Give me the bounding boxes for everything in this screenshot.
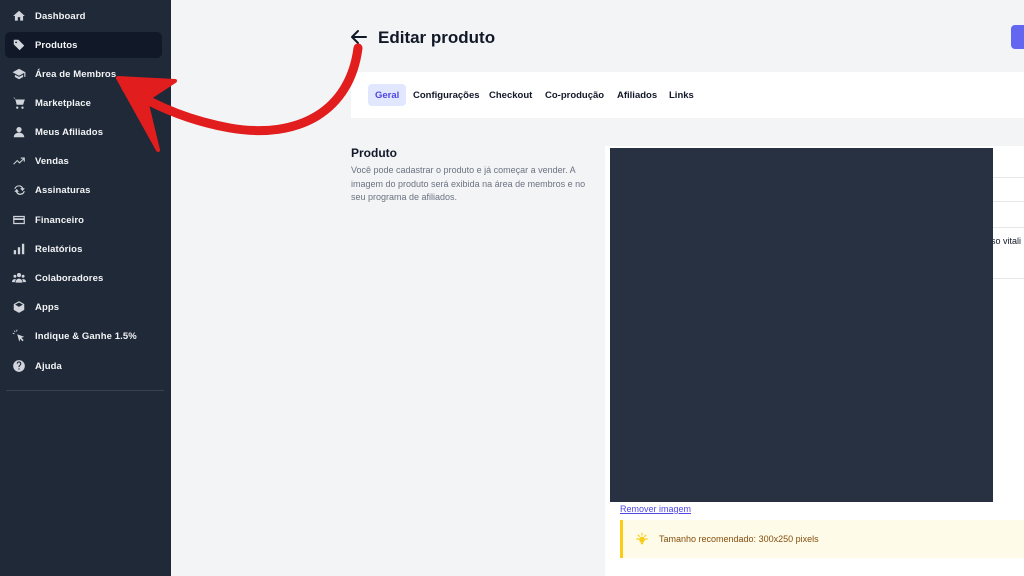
form-field-border: [993, 278, 1024, 279]
sidebar-item-label: Indique & Ganhe 1.5%: [35, 330, 137, 342]
user-icon: [11, 124, 27, 140]
tag-icon: [11, 37, 27, 53]
notice-text: Tamanho recomendado: 300x250 pixels: [659, 534, 819, 544]
graduation-cap-icon: [11, 66, 27, 82]
sidebar-item-label: Meus Afiliados: [35, 126, 104, 138]
sidebar-item-label: Ajuda: [35, 360, 62, 372]
sidebar-item-indique-ganhe[interactable]: Indique & Ganhe 1.5%: [5, 323, 162, 349]
product-image-preview[interactable]: [610, 148, 993, 502]
sidebar-item-label: Apps: [35, 301, 60, 313]
save-button[interactable]: [1011, 25, 1024, 49]
sidebar-item-area-de-membros[interactable]: Área de Membros: [5, 61, 162, 87]
sidebar-item-label: Produtos: [35, 39, 78, 51]
sidebar-item-produtos[interactable]: Produtos: [5, 32, 162, 58]
tab-configuracoes[interactable]: Configurações: [406, 84, 487, 106]
sidebar-item-label: Financeiro: [35, 214, 85, 226]
truncated-field-text: so vitali: [991, 236, 1022, 246]
form-field-border: [993, 201, 1024, 202]
cube-icon: [11, 299, 27, 315]
bar-chart-icon: [11, 241, 27, 257]
trending-up-icon: [11, 153, 27, 169]
tab-co-producao[interactable]: Co-produção: [538, 84, 611, 106]
sidebar: Dashboard Produtos Área de Membros Marke…: [0, 0, 171, 576]
question-icon: [11, 358, 27, 374]
sidebar-item-vendas[interactable]: Vendas: [5, 148, 162, 174]
cart-icon: [11, 95, 27, 111]
section-title: Produto: [351, 146, 397, 160]
tab-checkout[interactable]: Checkout: [482, 84, 539, 106]
lightbulb-icon: [635, 532, 649, 546]
sidebar-item-label: Relatórios: [35, 243, 83, 255]
users-icon: [11, 270, 27, 286]
credit-card-icon: [11, 212, 27, 228]
cursor-click-icon: [11, 328, 27, 344]
sidebar-item-apps[interactable]: Apps: [5, 294, 162, 320]
sidebar-divider: [6, 390, 164, 391]
sidebar-item-ajuda[interactable]: Ajuda: [5, 353, 162, 379]
sidebar-item-label: Marketplace: [35, 97, 92, 109]
sidebar-item-label: Vendas: [35, 155, 69, 167]
refresh-icon: [11, 182, 27, 198]
sidebar-item-colaboradores[interactable]: Colaboradores: [5, 265, 162, 291]
image-size-notice: Tamanho recomendado: 300x250 pixels: [620, 520, 1024, 558]
back-arrow-icon[interactable]: [349, 27, 369, 47]
home-icon: [11, 8, 27, 24]
sidebar-item-dashboard[interactable]: Dashboard: [5, 3, 162, 29]
sidebar-item-label: Colaboradores: [35, 272, 104, 284]
section-description: Você pode cadastrar o produto e já começ…: [351, 165, 586, 202]
tab-links[interactable]: Links: [662, 84, 701, 106]
remove-image-link[interactable]: Remover imagem: [620, 504, 691, 514]
sidebar-item-meus-afiliados[interactable]: Meus Afiliados: [5, 119, 162, 145]
form-field-border: [993, 177, 1024, 178]
tab-afiliados[interactable]: Afiliados: [610, 84, 664, 106]
sidebar-item-financeiro[interactable]: Financeiro: [5, 207, 162, 233]
sidebar-item-label: Dashboard: [35, 10, 86, 22]
sidebar-item-label: Assinaturas: [35, 184, 91, 196]
form-field-border: [993, 227, 1024, 228]
tabs-bar: Geral Configurações Checkout Co-produção…: [351, 72, 1024, 118]
sidebar-item-relatorios[interactable]: Relatórios: [5, 236, 162, 262]
tab-geral[interactable]: Geral: [368, 84, 407, 106]
sidebar-item-assinaturas[interactable]: Assinaturas: [5, 177, 162, 203]
sidebar-item-label: Área de Membros: [35, 68, 117, 80]
sidebar-item-marketplace[interactable]: Marketplace: [5, 90, 162, 116]
page-title: Editar produto: [378, 28, 496, 47]
